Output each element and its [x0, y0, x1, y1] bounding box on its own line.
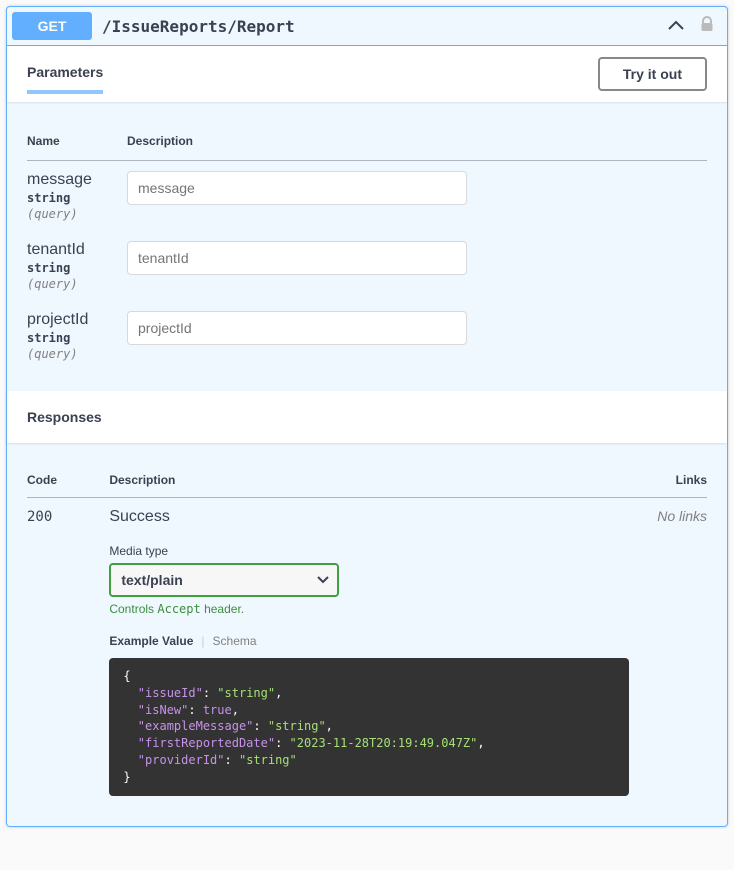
- controls-accept-text: Controls Accept header.: [109, 602, 629, 616]
- parameters-table: Name Description message string (query): [27, 122, 707, 371]
- example-val-providerid: "string": [239, 753, 297, 767]
- param-in: (query): [27, 277, 127, 291]
- responses-header: Responses: [7, 391, 727, 443]
- responses-inner: Code Description Links 200 Success Media…: [7, 443, 727, 826]
- operation-block: GET /IssueReports/Report Parameters Try …: [6, 6, 728, 827]
- operation-body: Parameters Try it out Name Description m…: [7, 46, 727, 826]
- param-input-tenantid[interactable]: [127, 241, 467, 275]
- table-row: tenantId string (query): [27, 231, 707, 301]
- operation-summary[interactable]: GET /IssueReports/Report: [7, 7, 727, 46]
- param-in: (query): [27, 207, 127, 221]
- response-code: 200: [27, 509, 52, 525]
- param-type: string: [27, 259, 127, 277]
- endpoint-path: /IssueReports/Report: [102, 17, 658, 36]
- media-type-select-wrap: text/plain: [109, 563, 339, 597]
- responses-table: Code Description Links 200 Success Media…: [27, 463, 707, 806]
- response-header-code: Code: [27, 463, 109, 498]
- try-it-out-button[interactable]: Try it out: [598, 57, 707, 91]
- example-val-issueid: "string": [217, 686, 275, 700]
- parameters-header: Parameters Try it out: [7, 46, 727, 102]
- param-type: string: [27, 189, 127, 207]
- example-tabs: Example Value | Schema: [109, 634, 629, 648]
- response-header-description: Description: [109, 463, 629, 498]
- lock-icon[interactable]: [700, 16, 714, 37]
- tab-example-value[interactable]: Example Value: [109, 634, 193, 648]
- example-val-firstreporteddate: "2023-11-28T20:19:49.047Z": [290, 736, 478, 750]
- tab-schema[interactable]: Schema: [213, 634, 257, 648]
- param-type: string: [27, 329, 127, 347]
- param-input-message[interactable]: [127, 171, 467, 205]
- tab-divider: |: [201, 634, 204, 648]
- parameters-container: Name Description message string (query): [7, 102, 727, 391]
- example-val-isnew: true: [203, 703, 232, 717]
- table-row: 200 Success Media type text/plain: [27, 498, 707, 806]
- param-name: tenantId: [27, 241, 127, 259]
- param-header-description: Description: [127, 122, 707, 161]
- media-type-label: Media type: [109, 544, 629, 558]
- param-in: (query): [27, 347, 127, 361]
- response-description: Success: [109, 508, 629, 526]
- responses-title: Responses: [27, 409, 707, 425]
- example-val-examplemessage: "string": [268, 719, 326, 733]
- param-name: message: [27, 171, 127, 189]
- table-row: projectId string (query): [27, 301, 707, 371]
- param-header-name: Name: [27, 122, 127, 161]
- chevron-up-icon: [668, 17, 684, 35]
- example-code-block: { "issueId": "string", "isNew": true, "e…: [109, 658, 629, 796]
- param-input-projectid[interactable]: [127, 311, 467, 345]
- no-links-text: No links: [657, 508, 707, 524]
- response-header-links: Links: [629, 463, 707, 498]
- tab-parameters[interactable]: Parameters: [27, 54, 103, 94]
- param-name: projectId: [27, 311, 127, 329]
- table-row: message string (query): [27, 161, 707, 232]
- http-method-badge: GET: [12, 12, 92, 40]
- media-type-select[interactable]: text/plain: [109, 563, 339, 597]
